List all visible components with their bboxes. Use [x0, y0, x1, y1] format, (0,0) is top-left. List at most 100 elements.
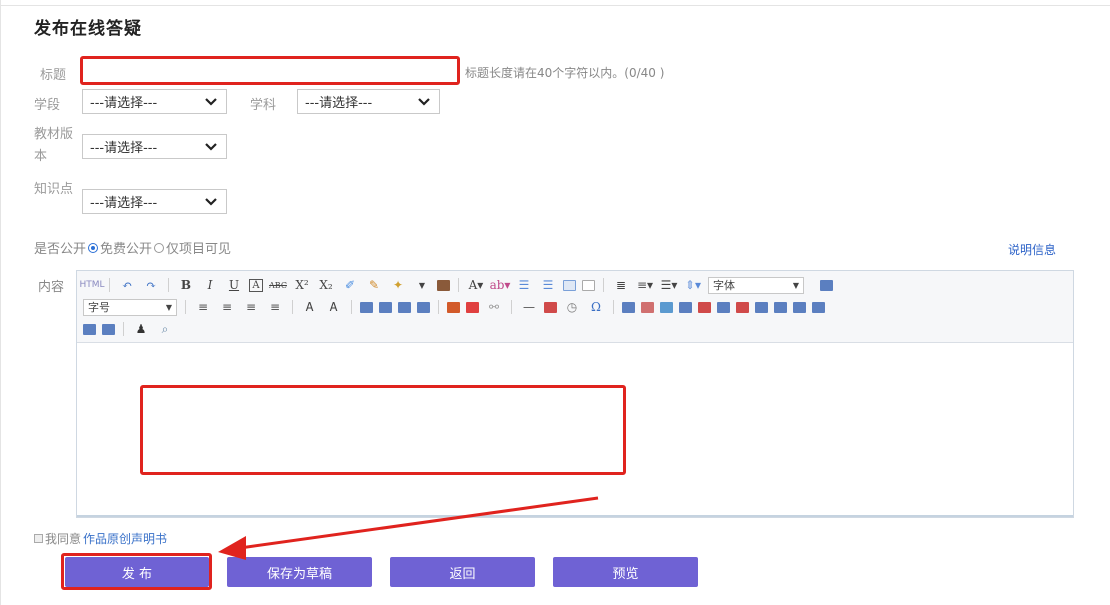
- line-height-icon[interactable]: ≡▾: [636, 277, 654, 293]
- binoculars-icon[interactable]: ♟: [132, 321, 150, 337]
- auto-format-icon[interactable]: ✦: [389, 277, 407, 293]
- radio-checked-icon: [88, 242, 99, 253]
- toolbar-divider: [168, 278, 169, 292]
- toolbar-divider: [109, 278, 110, 292]
- special-chars-icon[interactable]: Ω: [587, 299, 605, 315]
- agreement-row: 我同意 作品原创声明书: [34, 530, 167, 547]
- title-input[interactable]: [80, 56, 460, 85]
- date-icon[interactable]: [544, 301, 557, 313]
- dropdown-arrow-icon[interactable]: ▼: [413, 277, 431, 293]
- stage-select[interactable]: ---请选择---: [82, 89, 227, 114]
- image-float-icon[interactable]: [398, 301, 411, 313]
- fullscreen-icon[interactable]: [820, 279, 833, 291]
- link-icon[interactable]: ⚯: [485, 299, 503, 315]
- textbook-select[interactable]: ---请选择---: [82, 134, 227, 159]
- align-right-icon[interactable]: ≡: [242, 299, 260, 315]
- chevron-down-icon: [205, 197, 217, 206]
- radio-project-only[interactable]: 仅项目可见: [154, 238, 231, 257]
- row-spacing-icon[interactable]: ⇕▾: [684, 277, 702, 293]
- horizontal-rule-icon[interactable]: —: [520, 299, 538, 315]
- subject-label: 学科: [250, 98, 277, 113]
- align-justify-icon[interactable]: ≡: [266, 299, 284, 315]
- chevron-down-icon: ▼: [165, 302, 172, 312]
- insert-image-icon[interactable]: [447, 301, 460, 313]
- superscript-icon[interactable]: X²: [293, 277, 311, 293]
- underline-icon[interactable]: U: [225, 277, 243, 293]
- title-length-hint: 标题长度请在40个字符以内。(0/40 ): [465, 66, 665, 80]
- insert-table-icon[interactable]: [622, 301, 635, 313]
- insert-row-icon[interactable]: [679, 301, 692, 313]
- chevron-down-icon: [418, 97, 430, 106]
- ordered-list-icon[interactable]: ☰: [515, 277, 533, 293]
- knowledge-select[interactable]: ---请选择---: [82, 189, 227, 214]
- insert-attachment-icon[interactable]: [466, 301, 479, 313]
- split-cells-icon[interactable]: [812, 301, 825, 313]
- merge-cells-icon[interactable]: [755, 301, 768, 313]
- text-direction-rtl-icon[interactable]: Ꭺ: [325, 299, 343, 315]
- paragraph-spacing-icon[interactable]: ☰▾: [660, 277, 678, 293]
- delete-row-icon[interactable]: [698, 301, 711, 313]
- preview-button[interactable]: 预览: [553, 557, 698, 587]
- paste-plain-icon[interactable]: [437, 279, 450, 291]
- chevron-down-icon: [205, 142, 217, 151]
- chevron-down-icon: ▼: [792, 280, 799, 290]
- font-family-select[interactable]: 字体 ▼: [708, 276, 804, 294]
- agreement-link[interactable]: 作品原创声明书: [83, 530, 167, 547]
- strikethrough-icon[interactable]: ABC: [269, 277, 287, 293]
- font-border-icon[interactable]: A: [249, 278, 263, 292]
- image-center-icon[interactable]: [417, 301, 430, 313]
- stage-label: 学段: [34, 98, 61, 113]
- font-size-select[interactable]: 字号 ▼: [83, 298, 177, 316]
- eraser-icon[interactable]: ✐: [341, 277, 359, 293]
- save-draft-button[interactable]: 保存为草稿: [227, 557, 372, 587]
- stage-select-value: ---请选择---: [90, 96, 158, 111]
- align-center-icon[interactable]: ≡: [218, 299, 236, 315]
- agree-checkbox[interactable]: [34, 534, 43, 543]
- html-source-button[interactable]: HTML: [79, 277, 104, 293]
- italic-icon[interactable]: I: [201, 277, 219, 293]
- font-family-label: 字体: [713, 279, 735, 292]
- merge-right-icon[interactable]: [774, 301, 787, 313]
- insert-col-icon[interactable]: [717, 301, 730, 313]
- outdent-icon[interactable]: [379, 301, 392, 313]
- toolbar-row-1: HTML ↶ ↷ B I U A ABC X² X₂ ✐ ✎ ✦ ▼ A▾ ab…: [79, 275, 833, 295]
- text-direction-ltr-icon[interactable]: Ꭺ: [301, 299, 319, 315]
- knowledge-label: 知识点: [34, 182, 74, 197]
- textbook-label: 教材版本: [34, 127, 74, 164]
- format-painter-icon[interactable]: ✎: [365, 277, 383, 293]
- split-cols-icon[interactable]: [102, 323, 115, 335]
- agreement-prefix: 我同意: [45, 532, 82, 546]
- knowledge-select-value: ---请选择---: [90, 196, 158, 211]
- page-icon[interactable]: [582, 279, 595, 291]
- font-color-icon[interactable]: A▾: [467, 277, 485, 293]
- radio-free-public[interactable]: 免费公开: [88, 238, 152, 257]
- toolbar-divider: [292, 300, 293, 314]
- magnifier-icon[interactable]: ⌕: [156, 321, 174, 337]
- undo-icon[interactable]: ↶: [118, 277, 136, 293]
- insert-paragraph-before-table-icon[interactable]: [660, 301, 673, 313]
- page-left-border: [0, 0, 1, 605]
- time-icon[interactable]: ◷: [563, 299, 581, 315]
- info-link[interactable]: 说明信息: [1008, 241, 1056, 258]
- indent-icon[interactable]: [360, 301, 373, 313]
- toolbar-divider: [438, 300, 439, 314]
- publish-button[interactable]: 发 布: [65, 557, 209, 587]
- merge-down-icon[interactable]: [793, 301, 806, 313]
- unordered-list-icon[interactable]: ☰: [539, 277, 557, 293]
- subscript-icon[interactable]: X₂: [317, 277, 335, 293]
- back-button[interactable]: 返回: [390, 557, 535, 587]
- align-left-icon[interactable]: ≡: [194, 299, 212, 315]
- redo-icon[interactable]: ↷: [142, 277, 160, 293]
- split-rows-icon[interactable]: [83, 323, 96, 335]
- subject-select[interactable]: ---请选择---: [297, 89, 440, 114]
- paragraph-format-icon[interactable]: ≣: [612, 277, 630, 293]
- block-icon[interactable]: [563, 279, 576, 291]
- bold-icon[interactable]: B: [177, 277, 195, 293]
- toolbar-divider: [458, 278, 459, 292]
- delete-col-icon[interactable]: [736, 301, 749, 313]
- highlight-color-icon[interactable]: ab▾: [490, 277, 511, 293]
- delete-table-icon[interactable]: [641, 301, 654, 313]
- toolbar-divider: [511, 300, 512, 314]
- editor-toolbar: HTML ↶ ↷ B I U A ABC X² X₂ ✐ ✎ ✦ ▼ A▾ ab…: [77, 271, 1073, 343]
- page-top-border: [0, 5, 1110, 6]
